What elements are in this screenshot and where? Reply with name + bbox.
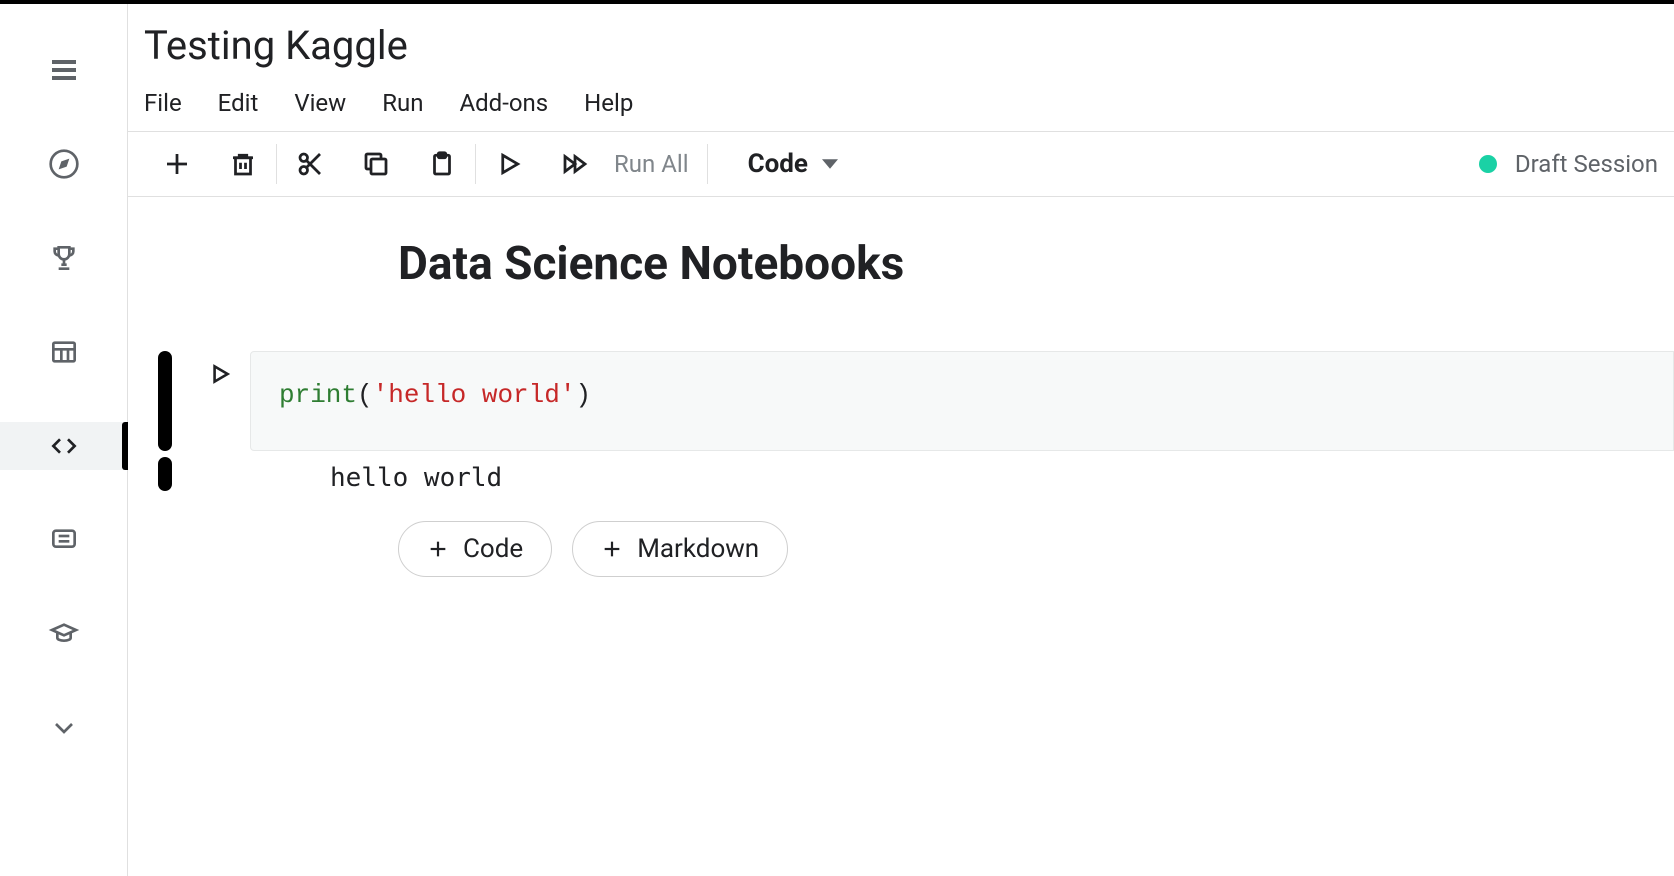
- code-token-str: 'hello world': [373, 380, 576, 410]
- notebook-title[interactable]: Testing Kaggle: [144, 22, 1658, 69]
- code-token-punc: ): [575, 380, 591, 410]
- code-cell-row: print('hello world'): [158, 351, 1674, 451]
- cell-selection-marker: [158, 351, 172, 451]
- menu-run[interactable]: Run: [382, 89, 423, 117]
- toolbar-divider: [707, 144, 708, 184]
- trash-icon: [228, 149, 258, 179]
- compass-icon: [48, 148, 80, 180]
- main-area: Testing Kaggle File Edit View Run Add-on…: [128, 4, 1674, 876]
- cut-button[interactable]: [295, 149, 325, 179]
- run-all-label[interactable]: Run All: [614, 150, 689, 178]
- cell-type-dropdown[interactable]: Code: [748, 149, 838, 179]
- markdown-heading[interactable]: Data Science Notebooks: [398, 237, 1674, 291]
- sidebar-item-home[interactable]: [0, 140, 128, 188]
- output-row: hello world: [158, 457, 1674, 493]
- app-root: Testing Kaggle File Edit View Run Add-on…: [0, 0, 1674, 876]
- cell-type-label: Code: [748, 149, 808, 179]
- copy-button[interactable]: [361, 149, 391, 179]
- sidebar-item-more[interactable]: [0, 704, 128, 752]
- notebook-content: Data Science Notebooks print('hello worl…: [128, 197, 1674, 876]
- trophy-icon: [48, 242, 80, 274]
- status-dot-icon: [1479, 155, 1497, 173]
- dropdown-icon: [822, 156, 838, 172]
- code-token-fn: print: [279, 380, 357, 410]
- sidebar-item-courses[interactable]: [0, 610, 128, 658]
- fast-forward-icon: [560, 149, 590, 179]
- menu-help[interactable]: Help: [584, 89, 633, 117]
- run-this-cell-button[interactable]: [190, 351, 250, 451]
- run-all-button[interactable]: [560, 149, 590, 179]
- code-cell-editor[interactable]: print('hello world'): [250, 351, 1674, 451]
- sidebar: [0, 4, 128, 876]
- status-label: Draft Session: [1515, 150, 1658, 178]
- menu-button[interactable]: [0, 46, 128, 94]
- academic-icon: [48, 618, 80, 650]
- plus-icon: [162, 149, 192, 179]
- add-cell-row: Code Markdown: [398, 521, 1674, 577]
- menu-edit[interactable]: Edit: [218, 89, 259, 117]
- toolbar: Run All Code Draft Session: [128, 131, 1674, 197]
- plus-icon: [427, 538, 449, 560]
- sidebar-item-code[interactable]: [0, 422, 128, 470]
- chevron-down-icon: [48, 712, 80, 744]
- menu-addons[interactable]: Add-ons: [459, 89, 548, 117]
- run-cell-button[interactable]: [494, 149, 524, 179]
- title-area: Testing Kaggle: [128, 4, 1674, 75]
- comment-icon: [48, 524, 80, 556]
- sidebar-item-competitions[interactable]: [0, 234, 128, 282]
- cell-output: hello world: [190, 457, 502, 493]
- menubar: File Edit View Run Add-ons Help: [128, 75, 1674, 131]
- code-token-punc: (: [357, 380, 373, 410]
- add-cell-button[interactable]: [162, 149, 192, 179]
- output-selection-marker: [158, 457, 172, 491]
- plus-icon: [601, 538, 623, 560]
- add-code-label: Code: [463, 534, 523, 564]
- hamburger-icon: [48, 54, 80, 86]
- paste-button[interactable]: [427, 149, 457, 179]
- add-markdown-cell-button[interactable]: Markdown: [572, 521, 788, 577]
- add-code-cell-button[interactable]: Code: [398, 521, 552, 577]
- clipboard-icon: [427, 149, 457, 179]
- sidebar-item-discussions[interactable]: [0, 516, 128, 564]
- copy-icon: [361, 149, 391, 179]
- code-icon: [48, 430, 80, 462]
- add-markdown-label: Markdown: [637, 534, 759, 564]
- delete-cell-button[interactable]: [228, 149, 258, 179]
- table-icon: [48, 336, 80, 368]
- play-icon: [207, 361, 233, 387]
- menu-view[interactable]: View: [294, 89, 346, 117]
- sidebar-item-datasets[interactable]: [0, 328, 128, 376]
- scissors-icon: [295, 149, 325, 179]
- menu-file[interactable]: File: [144, 89, 182, 117]
- session-status: Draft Session: [1479, 150, 1658, 178]
- play-icon: [494, 149, 524, 179]
